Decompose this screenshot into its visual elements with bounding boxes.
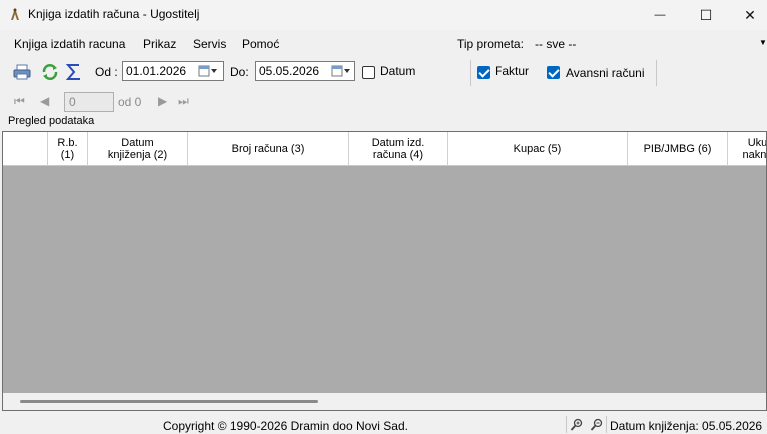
data-grid[interactable]: R.b. (1) Datum knjiženja (2) Broj računa… [2,131,767,411]
copyright-text: Copyright © 1990-2026 Dramin doo Novi Sa… [163,419,408,433]
od-date-picker[interactable]: 01.01.2026 [122,61,224,81]
status-separator [606,416,607,433]
grid-header-row: R.b. (1) Datum knjiženja (2) Broj računa… [3,132,767,166]
column-header-datum-knjizenja[interactable]: Datum knjiženja (2) [88,132,188,166]
avansni-racuni-checkbox-label: Avansni računi [566,66,645,80]
last-record-icon[interactable]: ⏭ [178,94,189,109]
maximize-button[interactable]: ☐ [683,0,729,30]
od-calendar-icon[interactable] [197,64,219,78]
record-position-input[interactable]: 0 [64,92,114,112]
column-header-ukupna-naknada[interactable]: Uku nakna [728,132,767,166]
tip-prometa-label: Tip prometa: [457,37,524,51]
maximize-icon: ☐ [699,6,713,23]
close-icon: ✕ [744,6,756,23]
tip-prometa-dropdown-icon[interactable]: ▼ [759,38,767,47]
print-icon[interactable] [12,63,32,81]
od-label: Od : [95,65,118,79]
minimize-icon: — [654,9,666,21]
datum-knjizenja-status: Datum knjiženja: 05.05.2026 [610,419,763,433]
tip-prometa-select[interactable]: -- sve -- [535,37,576,51]
faktur-checkbox-label: Faktur [495,64,530,78]
datum-checkbox[interactable] [362,66,375,79]
column-header-selector[interactable] [3,132,48,166]
horizontal-scrollbar[interactable] [3,393,766,410]
toolbar-separator [656,60,657,86]
status-separator [566,416,567,433]
close-button[interactable]: ✕ [727,0,767,30]
sum-icon[interactable] [64,63,84,81]
do-date-value: 05.05.2026 [259,64,320,78]
status-bar: Copyright © 1990-2026 Dramin doo Novi Sa… [0,414,767,434]
menu-prikaz[interactable]: Prikaz [143,37,176,51]
avansni-racuni-checkbox[interactable] [547,66,560,79]
record-position-value: 0 [69,95,76,109]
faktur-checkbox[interactable] [477,66,490,79]
app-logo-icon [11,8,19,20]
column-header-broj-racuna[interactable]: Broj računa (3) [188,132,349,166]
menu-knjiga-izdatih-racuna[interactable]: Knjiga izdatih racuna [14,37,125,51]
column-header-datum-izd-racuna[interactable]: Datum izd. računa (4) [349,132,448,166]
first-record-icon[interactable]: ⏮ [14,94,25,109]
record-count: od 0 [118,95,142,109]
column-header-rb[interactable]: R.b. (1) [48,132,88,166]
previous-record-icon[interactable]: ◀ [40,94,49,108]
datum-checkbox-label: Datum [380,64,416,78]
zoom-out-icon[interactable] [590,418,604,432]
do-label: Do: [230,65,249,79]
refresh-icon[interactable] [40,63,60,81]
zoom-in-icon[interactable] [570,418,584,432]
scrollbar-thumb[interactable] [20,400,318,403]
do-date-picker[interactable]: 05.05.2026 [255,61,355,81]
filter-toolbar: Od : 01.01.2026 Do: 05.05.2026 Datum Fak… [6,58,658,86]
record-navigator: ⏮ ◀ 0 od 0 ▶ ⏭ [6,90,200,114]
window-title: Knjiga izdatih računa - Ugostitelj [28,7,200,21]
column-header-kupac[interactable]: Kupac (5) [448,132,628,166]
menu-bar: Knjiga izdatih racuna Prikaz Servis Pomo… [0,34,767,54]
menu-pomoc[interactable]: Pomoć [242,37,279,51]
next-record-icon[interactable]: ▶ [158,94,167,108]
do-calendar-icon[interactable] [330,64,352,78]
section-label: Pregled podataka [8,115,95,127]
column-header-pib-jmbg[interactable]: PIB/JMBG (6) [628,132,728,166]
title-bar: Knjiga izdatih računa - Ugostitelj — ☐ ✕ [0,0,767,30]
menu-servis[interactable]: Servis [193,37,226,51]
toolbar-separator [470,60,471,86]
od-date-value: 01.01.2026 [126,64,187,78]
minimize-button[interactable]: — [637,0,683,30]
